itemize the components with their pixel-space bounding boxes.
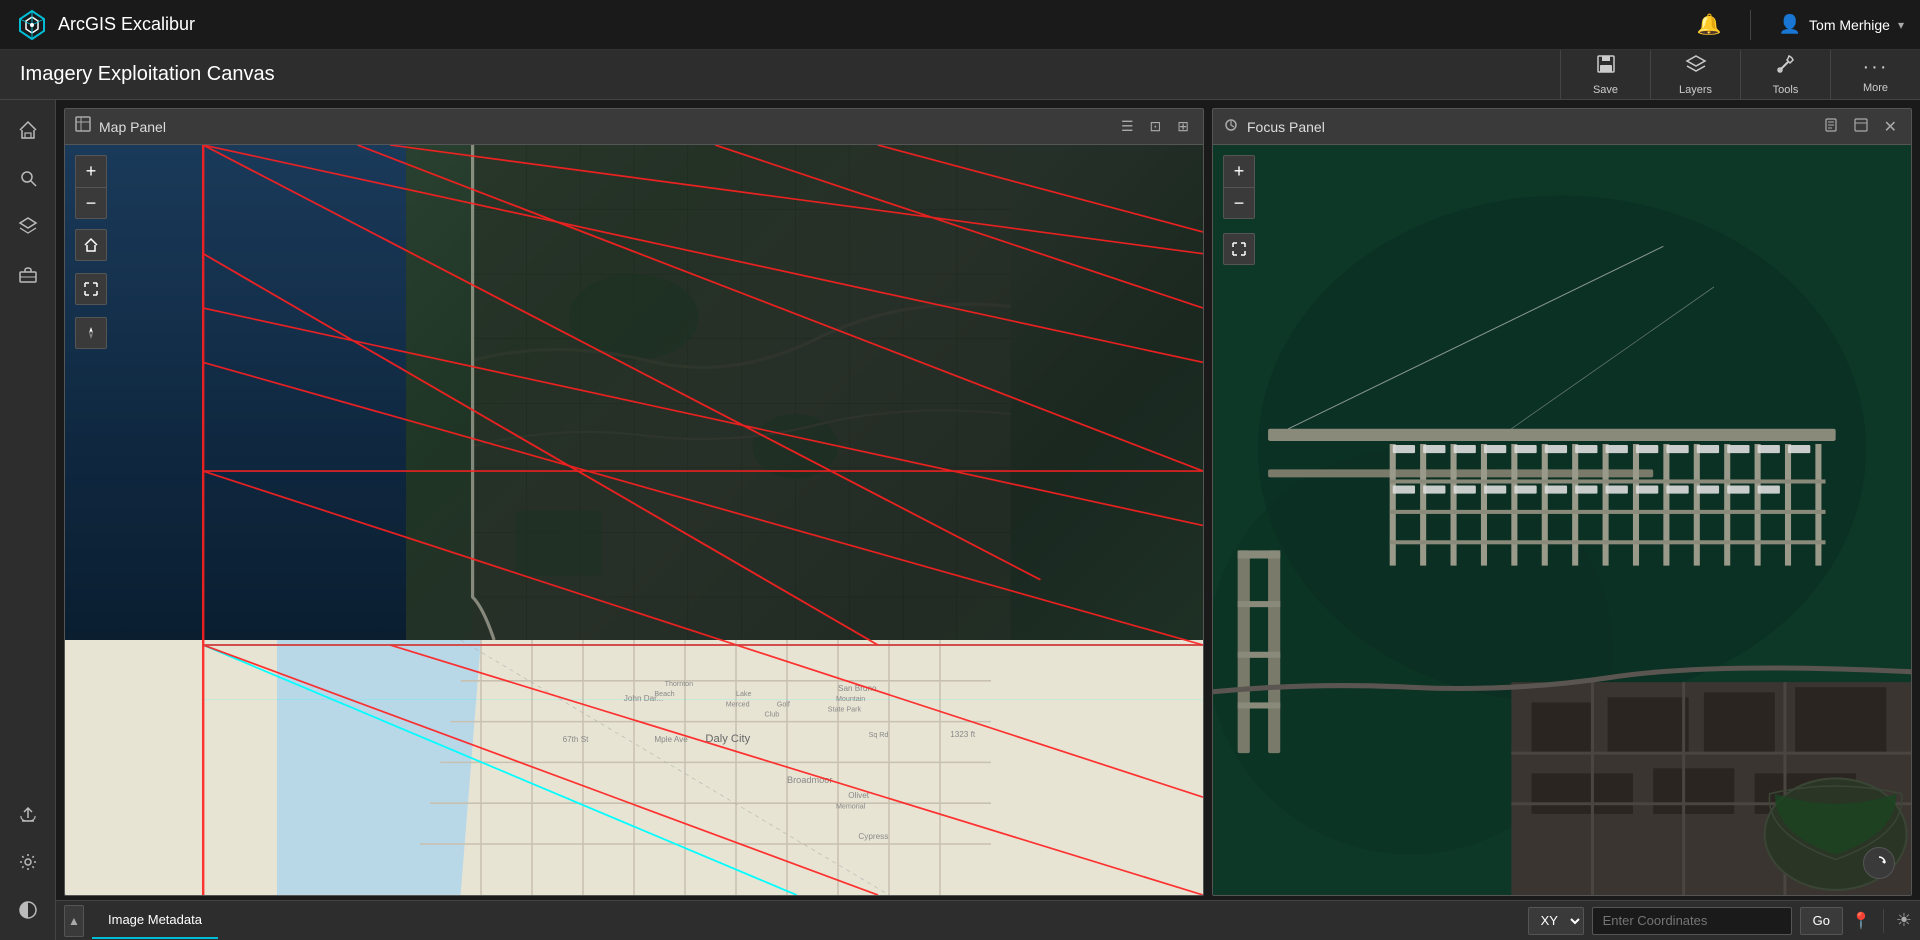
image-metadata-label: Image Metadata (108, 912, 202, 927)
map-fullscreen-button[interactable] (75, 273, 107, 305)
map-compass-button[interactable] (75, 317, 107, 349)
user-chevron-icon: ▾ (1898, 18, 1904, 32)
sidebar-upload-button[interactable] (6, 792, 50, 836)
map-panel-icon (75, 116, 91, 137)
focus-zoom-out-button[interactable]: − (1223, 187, 1255, 219)
svg-text:Club: Club (765, 711, 780, 719)
focus-panel-doc-icon[interactable] (1820, 116, 1842, 137)
page-title: Imagery Exploitation Canvas (20, 63, 275, 86)
go-button[interactable]: Go (1800, 907, 1843, 935)
map-panel: Map Panel ☰ ⊡ ⊞ (64, 108, 1204, 896)
sidebar-settings-button[interactable] (6, 840, 50, 884)
focus-panel-controls: ✕ (1820, 115, 1901, 139)
svg-text:San Bruno: San Bruno (838, 684, 877, 693)
svg-text:Sq Rd: Sq Rd (869, 731, 889, 739)
tools-icon (1775, 53, 1797, 81)
svg-text:67th St: 67th St (563, 735, 590, 744)
svg-text:Merced: Merced (726, 700, 750, 708)
bottom-bar: ▲ Image Metadata XY Go 📍 ☀ (56, 900, 1920, 940)
map-grid-icon[interactable]: ⊞ (1173, 116, 1193, 137)
toolbar: Save Layers Tools ··· More (1560, 50, 1920, 99)
sidebar-theme-button[interactable] (6, 888, 50, 932)
focus-panel-icon (1223, 117, 1239, 136)
svg-text:Broadmoor: Broadmoor (787, 775, 832, 785)
sidebar-layers-button[interactable] (6, 204, 50, 248)
map-expand-icon[interactable]: ⊡ (1146, 116, 1166, 137)
sidebar-home-button[interactable] (6, 108, 50, 152)
app-title: ArcGIS Excalibur (58, 14, 1697, 35)
svg-text:Cypress: Cypress (858, 832, 888, 841)
focus-panel-header: Focus Panel (1213, 109, 1911, 145)
coordinate-mode-select[interactable]: XY (1528, 907, 1584, 935)
coordinate-input[interactable] (1592, 907, 1792, 935)
notification-icon[interactable]: 🔔 (1697, 12, 1722, 37)
content-area: Map Panel ☰ ⊡ ⊞ (56, 100, 1920, 940)
map-zoom-controls: + − (75, 155, 107, 219)
more-button[interactable]: ··· More (1830, 50, 1920, 100)
map-zoom-out-button[interactable]: − (75, 187, 107, 219)
svg-text:Golf: Golf (777, 700, 790, 708)
focus-compass-button[interactable] (1863, 847, 1895, 879)
svg-text:Lake: Lake (736, 690, 751, 698)
map-panel-controls: ☰ ⊡ ⊞ (1117, 116, 1193, 137)
tools-button[interactable]: Tools (1740, 50, 1830, 100)
map-zoom-in-button[interactable]: + (75, 155, 107, 187)
map-panel-title: Map Panel (99, 119, 1109, 135)
header-right: 🔔 👤 Tom Merhige ▾ (1697, 10, 1904, 40)
svg-text:Beach: Beach (654, 690, 674, 698)
layers-label: Layers (1679, 84, 1712, 96)
user-name-label: Tom Merhige (1809, 17, 1890, 33)
save-icon (1595, 53, 1617, 81)
map-home-button[interactable] (75, 229, 107, 261)
map-panel-header: Map Panel ☰ ⊡ ⊞ (65, 109, 1203, 145)
focus-zoom-in-button[interactable]: + (1223, 155, 1255, 187)
svg-text:Memorial: Memorial (836, 802, 866, 810)
save-button[interactable]: Save (1560, 50, 1650, 100)
map-imagery: Daly City Broadmoor John Dar... Thornton… (65, 145, 1203, 895)
map-panel-body: Daly City Broadmoor John Dar... Thornton… (65, 145, 1203, 895)
more-icon: ··· (1863, 56, 1889, 79)
focus-panel-title: Focus Panel (1247, 119, 1812, 135)
left-sidebar (0, 100, 56, 940)
svg-text:1323 ft: 1323 ft (950, 730, 976, 739)
save-label: Save (1593, 84, 1618, 96)
layers-button[interactable]: Layers (1650, 50, 1740, 100)
focus-panel-body: + − (1213, 145, 1911, 895)
svg-text:Mple Ave: Mple Ave (654, 735, 688, 744)
user-section[interactable]: 👤 Tom Merhige ▾ (1779, 14, 1904, 35)
sidebar-search-button[interactable] (6, 156, 50, 200)
svg-text:State Park: State Park (828, 705, 862, 713)
user-avatar-icon: 👤 (1779, 14, 1801, 35)
bottom-panel-collapse-button[interactable]: ▲ (64, 905, 84, 937)
panels-row: Map Panel ☰ ⊡ ⊞ (56, 100, 1920, 900)
more-label: More (1863, 82, 1888, 94)
focus-panel-window-icon[interactable] (1850, 116, 1872, 137)
svg-text:Mountain: Mountain (836, 695, 865, 703)
map-list-icon[interactable]: ☰ (1117, 116, 1138, 137)
svg-text:Daly City: Daly City (705, 733, 750, 745)
focus-fullscreen-button[interactable] (1223, 233, 1255, 265)
svg-text:Olivet: Olivet (848, 791, 870, 800)
sidebar-briefcase-button[interactable] (6, 252, 50, 296)
location-pin-icon[interactable]: 📍 (1851, 911, 1871, 931)
sun-icon[interactable]: ☀ (1896, 910, 1912, 931)
app-logo-icon (16, 9, 48, 41)
image-metadata-tab[interactable]: Image Metadata (92, 903, 218, 939)
focus-panel: Focus Panel (1212, 108, 1912, 896)
main-layout: Map Panel ☰ ⊡ ⊞ (0, 100, 1920, 940)
tools-label: Tools (1773, 84, 1799, 96)
svg-text:Thornton: Thornton (665, 680, 694, 688)
layers-icon (1685, 53, 1707, 81)
bottom-right-controls: XY Go 📍 ☀ (1528, 907, 1912, 935)
focus-zoom-controls: + − (1223, 155, 1255, 219)
marina-svg (1213, 145, 1911, 895)
top-header: ArcGIS Excalibur 🔔 👤 Tom Merhige ▾ (0, 0, 1920, 50)
second-header: Imagery Exploitation Canvas Save Layers (0, 50, 1920, 100)
focus-panel-close-button[interactable]: ✕ (1880, 115, 1901, 139)
